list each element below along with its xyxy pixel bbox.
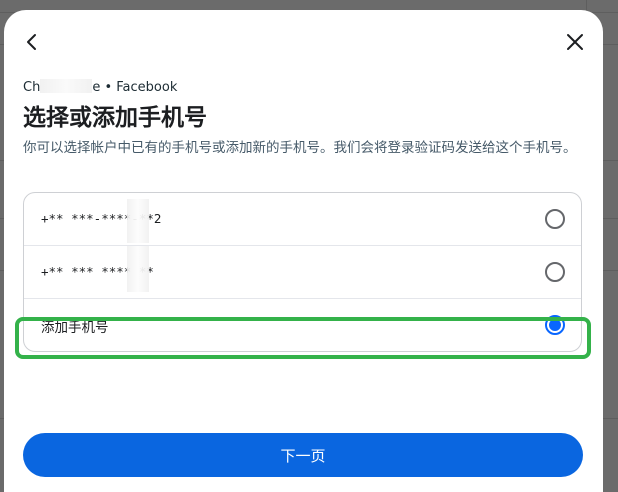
back-button[interactable] — [16, 26, 48, 58]
next-button[interactable]: 下一页 — [23, 433, 583, 477]
page-title: 选择或添加手机号 — [23, 105, 207, 131]
phone-selection-dialog: Ch e • Facebook 选择或添加手机号 你可以选择帐户中已有的手机号或添… — [4, 10, 603, 492]
account-name-start: Ch — [23, 80, 41, 95]
arrow-left-icon — [27, 34, 36, 50]
add-phone-label: 添加手机号 — [41, 320, 109, 336]
radio-button[interactable] — [545, 209, 565, 229]
account-subtitle: Ch e • Facebook — [23, 79, 177, 95]
radio-button[interactable] — [545, 262, 565, 282]
add-phone-option[interactable]: 添加手机号 — [24, 299, 581, 351]
phone-option-1[interactable]: +** ***-****-**2 — [24, 193, 581, 246]
phone-options-list: +** ***-****-**2 +** *** **** ** 添加手机号 — [23, 192, 582, 352]
redacted-account-name — [40, 79, 93, 93]
phone-option-2[interactable]: +** *** **** ** — [24, 246, 581, 299]
close-button[interactable] — [559, 26, 591, 58]
redaction-blur — [127, 246, 149, 292]
page-description: 你可以选择帐户中已有的手机号或添加新的手机号。我们会将登录验证码发送给这个手机号… — [23, 140, 577, 156]
close-icon — [567, 34, 583, 50]
account-name-end: e • Facebook — [92, 80, 178, 95]
radio-button-selected[interactable] — [545, 315, 565, 335]
redaction-blur — [127, 199, 149, 243]
